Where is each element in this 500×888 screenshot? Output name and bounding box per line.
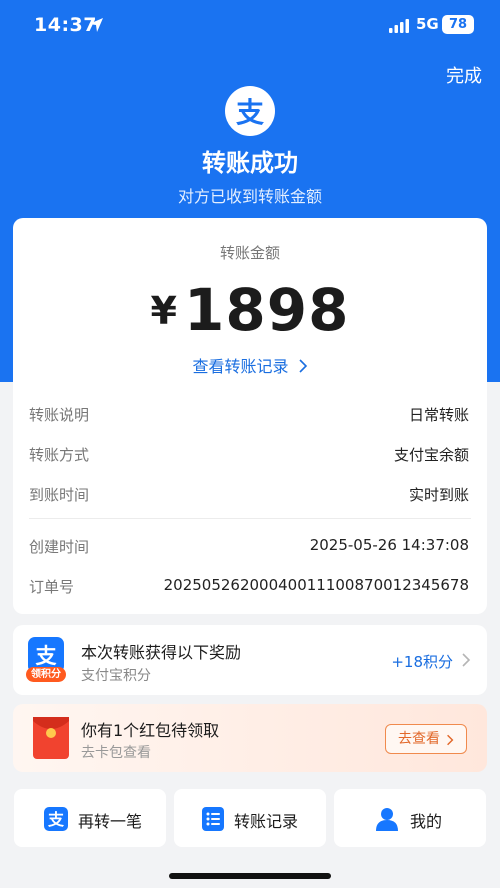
chevron-right-icon: [447, 734, 454, 746]
mine-label: 我的: [410, 812, 443, 831]
detail-label: 转账说明: [29, 406, 90, 424]
red-packet-card[interactable]: 你有1个红包待领取 去卡包查看 去查看: [13, 704, 487, 772]
done-button[interactable]: 完成: [446, 62, 482, 88]
alipay-points-icon: 支 领积分: [26, 637, 66, 683]
reward-points: +18积分: [391, 653, 453, 671]
person-icon: [376, 808, 398, 831]
detail-value: 支付宝余额: [393, 446, 469, 464]
transfer-again-button[interactable]: 支 再转一笔: [14, 789, 166, 847]
order-number: 2025052620004001110087001234567​8: [163, 576, 469, 594]
red-packet-title: 你有1个红包待领取: [81, 721, 220, 740]
alipay-icon: 支: [44, 807, 68, 831]
record-link-label: 查看转账记录: [192, 357, 289, 376]
transfer-amount: ¥1898: [13, 276, 487, 344]
detail-label: 转账方式: [29, 446, 90, 464]
detail-value: 实时到账: [408, 486, 469, 504]
network-type: 5G: [416, 15, 439, 33]
detail-label: 订单号: [29, 578, 75, 596]
page-subtitle: 对方已收到转账金额: [177, 187, 322, 206]
list-icon: [202, 807, 224, 831]
mine-button[interactable]: 我的: [334, 789, 486, 847]
reward-title: 本次转账获得以下奖励: [81, 643, 242, 662]
logo-glyph: 支: [235, 96, 264, 129]
view-red-packet-button[interactable]: 去查看: [385, 724, 467, 754]
view-transfer-record-link[interactable]: 查看转账记录: [13, 353, 487, 377]
detail-label: 到账时间: [29, 486, 90, 504]
divider: [29, 518, 471, 519]
detail-value: 2025-05-26 14:37:08: [309, 536, 469, 554]
detail-row-created: 创建时间 2025-05-26 14:37:08: [29, 536, 469, 558]
transfer-again-label: 再转一笔: [78, 812, 143, 831]
amount-value: 1898: [184, 276, 350, 344]
chevron-right-icon: [462, 653, 471, 667]
status-bar: 14:37 5G 78: [0, 0, 500, 52]
transfer-detail-card: 转账金额 ¥1898 查看转账记录 转账说明 日常转账 转账方式 支付宝余额 到…: [13, 218, 487, 614]
red-packet-subtitle: 去卡包查看: [81, 745, 151, 761]
signal-icon: [389, 19, 409, 33]
amount-label: 转账金额: [219, 244, 280, 262]
transfer-records-label: 转账记录: [234, 812, 299, 831]
detail-value: 日常转账: [408, 406, 469, 424]
detail-row-note: 转账说明 日常转账: [29, 404, 469, 426]
battery-indicator: 78: [442, 15, 474, 34]
icon-glyph: 支: [35, 644, 57, 668]
home-indicator: [169, 873, 331, 879]
red-envelope-icon: [33, 717, 69, 759]
detail-row-order: 订单号 2025052620004001110087001234567​8: [29, 576, 469, 598]
reward-subtitle: 支付宝积分: [81, 668, 151, 684]
detail-row-arrival: 到账时间 实时到账: [29, 484, 469, 506]
chevron-right-icon: [298, 359, 307, 373]
claim-points-tag: 领积分: [26, 667, 66, 682]
location-arrow-icon: [89, 18, 103, 32]
alipay-logo-icon: 支: [225, 86, 275, 136]
detail-row-method: 转账方式 支付宝余额: [29, 444, 469, 466]
page-title: 转账成功: [202, 149, 298, 177]
svg-text:支: 支: [47, 810, 65, 829]
button-label: 去查看: [398, 731, 440, 747]
currency-symbol: ¥: [150, 289, 178, 333]
detail-label: 创建时间: [29, 538, 90, 556]
transfer-records-button[interactable]: 转账记录: [174, 789, 326, 847]
reward-card[interactable]: 支 领积分 本次转账获得以下奖励 支付宝积分 +18积分: [13, 625, 487, 695]
